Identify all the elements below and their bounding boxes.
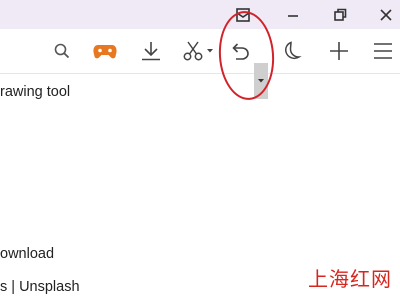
minimize-button[interactable]: [273, 0, 313, 29]
undo-dropdown-button[interactable]: [254, 63, 268, 99]
scissors-icon: [183, 41, 203, 61]
game-button[interactable]: [88, 29, 122, 73]
restore-icon: [334, 8, 347, 21]
close-icon: [380, 8, 392, 21]
undo-icon: [232, 43, 249, 60]
download-icon: [142, 42, 160, 61]
chevron-down-icon: [258, 79, 264, 83]
search-icon: [54, 43, 70, 59]
download-button[interactable]: [138, 29, 164, 73]
restore-button[interactable]: [320, 0, 360, 29]
night-mode-button[interactable]: [280, 29, 306, 73]
menu-icon: [374, 43, 392, 59]
undo-close-tab-button[interactable]: [226, 29, 254, 73]
screenshot-button[interactable]: [179, 29, 217, 73]
minimize-icon: [288, 14, 298, 17]
feedback-icon: [236, 7, 250, 22]
watermark: 上海红网: [308, 267, 392, 291]
content-line-download[interactable]: ownload: [0, 246, 54, 262]
new-tab-button[interactable]: [326, 29, 352, 73]
content-line-drawing-tool[interactable]: rawing tool: [0, 84, 70, 100]
search-button[interactable]: [51, 29, 73, 73]
menu-button[interactable]: [369, 29, 397, 73]
chevron-down-icon: [207, 49, 213, 53]
browser-toolbar: [0, 29, 400, 99]
night-mode-icon: [285, 41, 302, 60]
feedback-button[interactable]: [223, 0, 263, 29]
close-button[interactable]: [366, 0, 400, 29]
content-line-unsplash[interactable]: s | Unsplash: [0, 279, 80, 295]
new-tab-icon: [330, 42, 348, 60]
game-controller-icon: [93, 45, 117, 59]
title-bar: [0, 0, 400, 29]
